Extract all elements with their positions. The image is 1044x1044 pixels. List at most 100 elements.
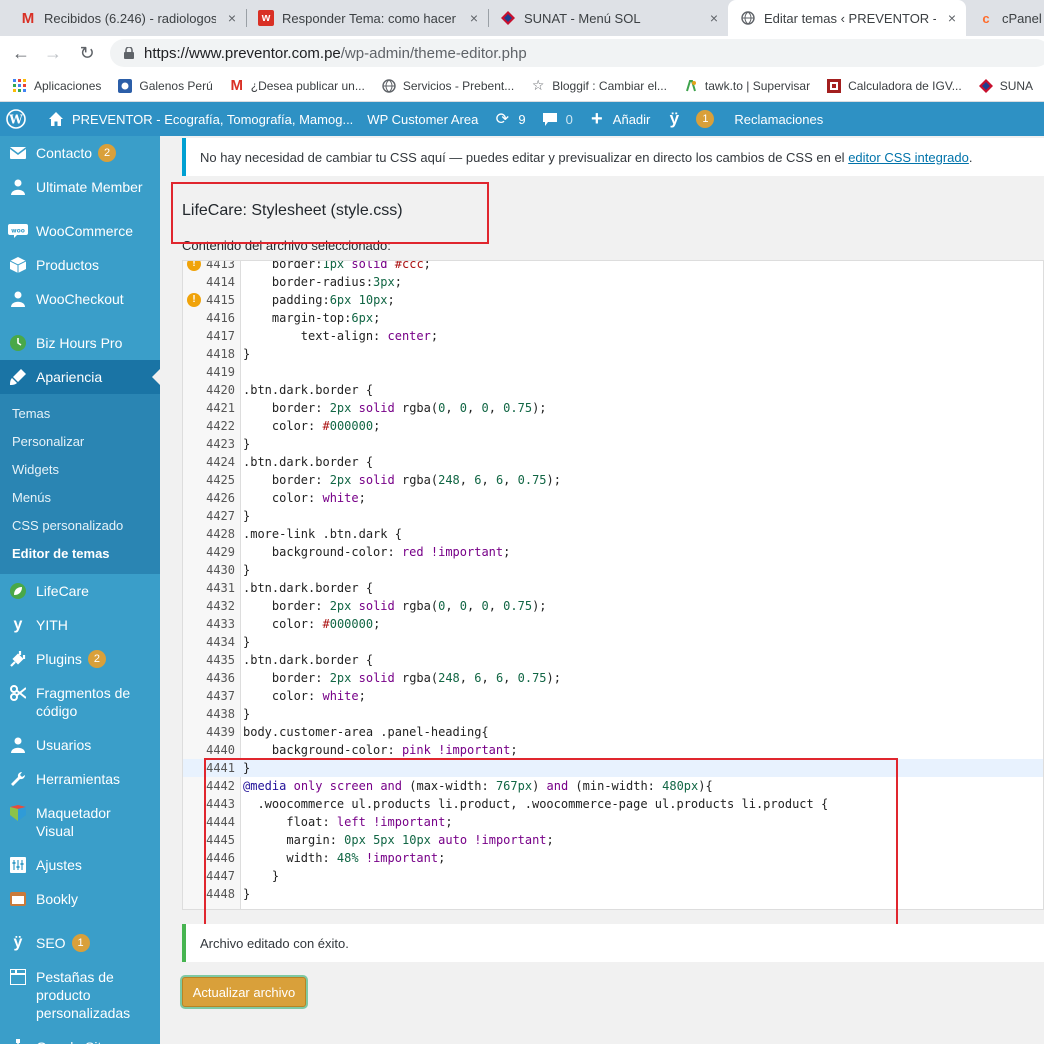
sidebar-item-herramientas[interactable]: Herramientas [0, 762, 160, 796]
sidebar-item-lifecare[interactable]: LifeCare [0, 574, 160, 608]
sidebar-item-maquetador-visual[interactable]: Maquetador Visual [0, 796, 160, 848]
css-editor-link[interactable]: editor CSS integrado [848, 150, 969, 165]
sidebar-item-yith[interactable]: y YITH [0, 608, 160, 642]
line-number: 4426 [206, 491, 235, 505]
code-line[interactable]: 4437 color: white; [183, 687, 1043, 705]
browser-tab[interactable]: w Responder Tema: como hacer pa × [246, 0, 488, 36]
code-line[interactable]: 4430} [183, 561, 1043, 579]
comments-menu[interactable]: 0 [540, 109, 573, 129]
sidebar-item-bookly[interactable]: Bookly [0, 882, 160, 916]
bookmark-item[interactable]: ☆ Bloggif : Cambiar el... [530, 77, 667, 94]
close-tab-icon[interactable]: × [948, 10, 956, 26]
sidebar-item-ultimate-member[interactable]: Ultimate Member [0, 170, 160, 204]
sidebar-item-productos[interactable]: Productos [0, 248, 160, 282]
browser-tab[interactable]: Editar temas ‹ PREVENTOR - Eco × [728, 0, 966, 36]
code-text: color: white; [243, 491, 366, 505]
sidebar-item-google-sitemap[interactable]: Google Sitemap [0, 1030, 160, 1044]
code-line[interactable]: 4436 border: 2px solid rgba(248, 6, 6, 0… [183, 669, 1043, 687]
code-line[interactable]: 4431 .btn.dark.border { [183, 579, 1043, 597]
sidebar-item-fragmentos-de-c-digo[interactable]: Fragmentos de código [0, 676, 160, 728]
browser-toolbar: ← → ↻ https://www.preventor.com.pe/wp-ad… [0, 36, 1044, 70]
sidebar-item-label: Plugins [36, 651, 82, 667]
bookmark-item[interactable]: Galenos Perú [117, 78, 213, 94]
updates-menu[interactable]: ⟳ 9 [492, 109, 526, 129]
code-line[interactable]: 4416 margin-top:6px; [183, 309, 1043, 327]
back-icon[interactable]: ← [10, 42, 32, 64]
sidebar-item-apariencia[interactable]: Apariencia [0, 360, 160, 394]
code-line[interactable]: 4435 .btn.dark.border { [183, 651, 1043, 669]
sidebar-item-label: Usuarios [36, 737, 92, 753]
bookmark-item[interactable]: M ¿Desea publicar un... [229, 77, 365, 94]
submenu-item[interactable]: Widgets [0, 456, 160, 484]
yoast-menu[interactable]: ÿ 1 [664, 109, 715, 129]
wp-logo-menu[interactable]: W [6, 109, 32, 129]
close-tab-icon[interactable]: × [710, 10, 718, 26]
bookmark-item[interactable]: Calculadora de IGV... [826, 78, 962, 94]
sidebar-item-plugins[interactable]: Plugins 2 [0, 642, 160, 676]
claims-menu[interactable]: Reclamaciones [734, 112, 823, 127]
sidebar-item-contacto[interactable]: Contacto 2 [0, 136, 160, 170]
clock-icon [8, 334, 28, 352]
code-line[interactable]: 4422 color: #000000; [183, 417, 1043, 435]
code-line[interactable]: 4425 border: 2px solid rgba(248, 6, 6, 0… [183, 471, 1043, 489]
close-tab-icon[interactable]: × [470, 10, 478, 26]
site-name-menu[interactable]: PREVENTOR - Ecografía, Tomografía, Mamog… [46, 109, 353, 129]
sidebar-item-usuarios[interactable]: Usuarios [0, 728, 160, 762]
code-line[interactable]: 4417 text-align: center; [183, 327, 1043, 345]
close-tab-icon[interactable]: × [228, 10, 236, 26]
sidebar-item-seo[interactable]: ÿ SEO 1 [0, 926, 160, 960]
submenu-item[interactable]: Personalizar [0, 428, 160, 456]
woo-icon: woo [8, 222, 28, 240]
submenu-item[interactable]: Editor de temas [0, 540, 160, 568]
sidebar-item-biz-hours-pro[interactable]: Biz Hours Pro [0, 326, 160, 360]
submenu-item[interactable]: CSS personalizado [0, 512, 160, 540]
code-line[interactable]: 4421 border: 2px solid rgba(0, 0, 0, 0.7… [183, 399, 1043, 417]
code-line[interactable]: 4419 [183, 363, 1043, 381]
code-line[interactable]: 4426 color: white; [183, 489, 1043, 507]
bookmark-label: SUNA [999, 78, 1034, 93]
code-line[interactable]: 4434} [183, 633, 1043, 651]
code-line[interactable]: 4428 .more-link .btn.dark { [183, 525, 1043, 543]
code-line[interactable]: 4414 border-radius:3px; [183, 273, 1043, 291]
code-line[interactable]: 4440 background-color: pink !important; [183, 741, 1043, 759]
sidebar-item-label: Google Sitemap [36, 1038, 136, 1044]
sidebar-item-woocheckout[interactable]: WooCheckout [0, 282, 160, 316]
browser-tab[interactable]: SUNAT - Menú SOL × [488, 0, 728, 36]
leaf-icon [8, 582, 28, 600]
brush-icon [8, 368, 28, 386]
customer-area-menu[interactable]: WP Customer Area [367, 112, 478, 127]
code-line[interactable]: ! 4415 padding:6px 10px; [183, 291, 1043, 309]
code-line[interactable]: 4439 body.customer-area .panel-heading{ [183, 723, 1043, 741]
code-line[interactable]: 4438} [183, 705, 1043, 723]
code-line[interactable]: 4418} [183, 345, 1043, 363]
bookmark-item[interactable]: Servicios - Prebent... [381, 78, 514, 94]
code-line[interactable]: 4427} [183, 507, 1043, 525]
reload-icon[interactable]: ↻ [76, 42, 98, 64]
code-line[interactable]: 4432 border: 2px solid rgba(0, 0, 0, 0.7… [183, 597, 1043, 615]
submenu-item[interactable]: Temas [0, 400, 160, 428]
submenu-item[interactable]: Menús [0, 484, 160, 512]
code-line[interactable]: 4433 color: #000000; [183, 615, 1043, 633]
forward-icon[interactable]: → [42, 42, 64, 64]
code-text: .btn.dark.border { [243, 653, 374, 667]
browser-tab[interactable]: M Recibidos (6.246) - radiologosenl × [8, 0, 246, 36]
bookmark-item[interactable]: tawk.to | Supervisar [683, 78, 810, 94]
bookmark-item[interactable]: SUNA [978, 78, 1033, 94]
url-bar[interactable]: https://www.preventor.com.pe/wp-admin/th… [110, 39, 1044, 67]
bookmark-item[interactable]: Aplicaciones [12, 78, 101, 94]
update-file-button[interactable]: Actualizar archivo [182, 977, 306, 1007]
sidebar-item-woocommerce[interactable]: woo WooCommerce [0, 214, 160, 248]
browser-tab[interactable]: c cPanel F [966, 0, 1044, 36]
appearance-submenu: Temas Personalizar Widgets Menús CSS persona… [0, 394, 160, 574]
bookmark-label: Calculadora de IGV... [848, 78, 962, 93]
add-new-menu[interactable]: + Añadir [587, 108, 651, 130]
code-line[interactable]: 4423} [183, 435, 1043, 453]
code-line[interactable]: 4424 .btn.dark.border { [183, 453, 1043, 471]
code-line[interactable]: 4429 background-color: red !important; [183, 543, 1043, 561]
comments-count: 0 [565, 111, 573, 127]
sidebar-item-ajustes[interactable]: Ajustes [0, 848, 160, 882]
add-new-label: Añadir [612, 111, 651, 127]
sidebar-item-pestañas-de-producto-personalizadas[interactable]: Pestañas de producto personalizadas [0, 960, 160, 1030]
code-line[interactable]: ! 4413 border:1px solid #ccc; [183, 261, 1043, 273]
code-line[interactable]: 4420 .btn.dark.border { [183, 381, 1043, 399]
